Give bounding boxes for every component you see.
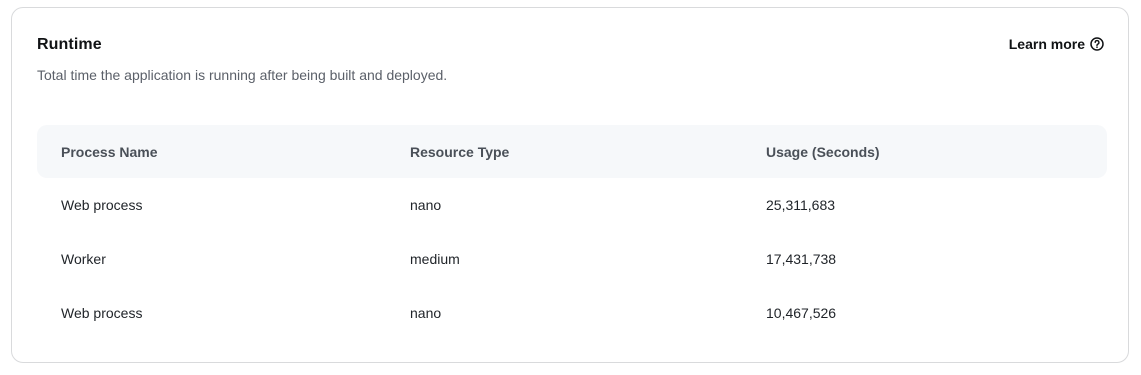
column-header-usage: Usage (Seconds) xyxy=(766,143,880,160)
question-circle-icon xyxy=(1090,37,1104,51)
column-header-process-name: Process Name xyxy=(61,143,158,160)
card-subtitle: Total time the application is running af… xyxy=(37,67,448,83)
cell-resource-type: nano xyxy=(410,305,442,321)
table-row: Web process nano 25,311,683 xyxy=(37,178,1107,232)
cell-resource-type: nano xyxy=(410,197,442,213)
runtime-table: Process Name Resource Type Usage (Second… xyxy=(37,125,1107,340)
runtime-card: Runtime Total time the application is ru… xyxy=(11,7,1129,363)
card-title: Runtime xyxy=(37,36,102,53)
cell-process-name: Web process xyxy=(61,197,143,213)
cell-usage: 25,311,683 xyxy=(766,197,836,213)
learn-more-label: Learn more xyxy=(1008,36,1085,52)
learn-more-link[interactable]: Learn more xyxy=(1009,36,1104,52)
cell-process-name: Worker xyxy=(61,251,106,267)
cell-usage: 17,431,738 xyxy=(766,251,837,267)
table-row: Web process nano 10,467,526 xyxy=(37,286,1107,340)
cell-process-name: Web process xyxy=(61,305,143,321)
table-row: Worker medium 17,431,738 xyxy=(37,232,1107,286)
table-header-row: Process Name Resource Type Usage (Second… xyxy=(37,125,1107,178)
cell-usage: 10,467,526 xyxy=(766,305,837,321)
column-header-resource-type: Resource Type xyxy=(410,143,510,160)
cell-resource-type: medium xyxy=(410,251,460,267)
